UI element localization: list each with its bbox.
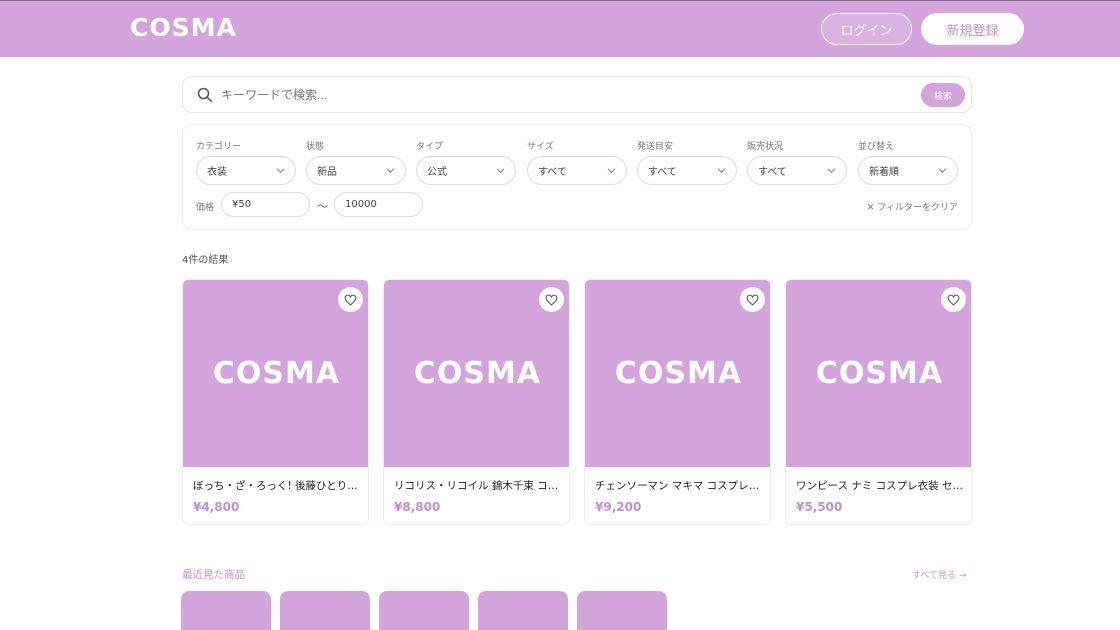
favorite-button[interactable] xyxy=(338,287,363,312)
product-title: チェンソーマン マキマ コスプレ衣装 xyxy=(595,480,763,492)
clear-filters-button[interactable]: ✕ フィルターをクリア xyxy=(867,200,958,213)
size-select[interactable]: すべて xyxy=(527,156,627,185)
filter-shipping-label: 発送目安 xyxy=(637,142,674,152)
heart-icon xyxy=(344,294,357,306)
product-card[interactable]: COSMA ぼっち・ざ・ろっく! 後藤ひとり コスプレ衣装 ¥4,800 xyxy=(182,279,369,525)
product-image: COSMA xyxy=(384,280,569,467)
product-image-logo: COSMA xyxy=(413,356,542,391)
product-image-logo: COSMA xyxy=(212,356,341,391)
login-button[interactable]: ログイン xyxy=(821,13,912,45)
heart-icon xyxy=(947,294,960,306)
product-price: ¥8,800 xyxy=(394,500,441,514)
product-image: COSMA xyxy=(183,280,368,467)
chevron-down-icon xyxy=(607,168,616,174)
search-bar: 検索 xyxy=(182,76,972,113)
chevron-down-icon xyxy=(827,168,836,174)
result-count: 4件の結果 xyxy=(182,255,229,266)
price-min-input[interactable]: ¥50 xyxy=(221,192,310,217)
filter-sort: 並び替え 新着順 xyxy=(858,139,958,185)
sort-select[interactable]: 新着順 xyxy=(858,156,958,185)
type-select-value: 公式 xyxy=(427,167,447,178)
filter-type: タイプ 公式 xyxy=(416,139,516,185)
filter-type-label: タイプ xyxy=(416,142,444,152)
filter-sale-status-label: 販売状況 xyxy=(747,142,784,152)
filter-size-label: サイズ xyxy=(527,142,554,152)
product-image-logo: COSMA xyxy=(815,356,944,391)
search-input[interactable] xyxy=(221,85,901,105)
filter-condition-label: 状態 xyxy=(306,142,325,152)
product-image: COSMA xyxy=(786,280,971,467)
type-select[interactable]: 公式 xyxy=(416,156,516,185)
top-navbar: COSMA ログイン 新規登録 xyxy=(0,0,1120,57)
search-icon xyxy=(197,87,213,103)
recent-item-thumbnail[interactable] xyxy=(379,591,469,630)
product-price: ¥4,800 xyxy=(193,500,240,514)
sale-status-select-value: すべて xyxy=(758,167,787,178)
category-select-value: 衣装 xyxy=(207,167,227,178)
filter-sale-status: 販売状況 すべて xyxy=(747,139,847,185)
condition-select[interactable]: 新品 xyxy=(306,156,406,185)
product-title: ぼっち・ざ・ろっく! 後藤ひとり コスプレ衣装 xyxy=(193,480,361,492)
filter-sort-label: 並び替え xyxy=(858,142,895,152)
recent-item-thumbnail[interactable] xyxy=(280,591,370,630)
recent-item-thumbnail[interactable] xyxy=(577,591,667,630)
recent-item-thumbnail[interactable] xyxy=(181,591,271,630)
filter-panel: カテゴリー 衣装 状態 新品 タイプ 公式 サイズ すべて 発送目安 すべて 販… xyxy=(182,124,972,230)
sort-select-value: 新着順 xyxy=(869,167,899,178)
product-card[interactable]: COSMA チェンソーマン マキマ コスプレ衣装 ¥9,200 xyxy=(584,279,771,525)
heart-icon xyxy=(746,294,759,306)
price-range-separator: 〜 xyxy=(317,200,328,213)
product-card[interactable]: COSMA リコリス・リコイル 錦木千束 コスプレ衣装 ¥8,800 xyxy=(383,279,570,525)
size-select-value: すべて xyxy=(538,167,567,178)
product-image: COSMA xyxy=(585,280,770,467)
price-label: 価格 xyxy=(196,203,215,213)
product-image-logo: COSMA xyxy=(614,356,743,391)
chevron-down-icon xyxy=(717,168,726,174)
see-all-link[interactable]: すべて見る → xyxy=(912,568,966,581)
filter-shipping: 発送目安 すべて xyxy=(637,139,737,185)
recently-viewed-title: 最近見た商品 xyxy=(182,569,245,581)
product-card[interactable]: COSMA ワンピース ナミ コスプレ衣装 セット ¥5,500 xyxy=(785,279,972,525)
shipping-select[interactable]: すべて xyxy=(637,156,737,185)
chevron-down-icon xyxy=(276,168,285,174)
product-title: ワンピース ナミ コスプレ衣装 セット xyxy=(796,480,964,492)
product-title: リコリス・リコイル 錦木千束 コスプレ衣装 xyxy=(394,480,562,492)
favorite-button[interactable] xyxy=(539,287,564,312)
condition-select-value: 新品 xyxy=(317,167,337,178)
register-button[interactable]: 新規登録 xyxy=(921,13,1024,45)
chevron-down-icon xyxy=(496,168,505,174)
chevron-down-icon xyxy=(938,168,947,174)
product-price: ¥5,500 xyxy=(796,500,843,514)
filter-size: サイズ すべて xyxy=(527,139,627,185)
search-button[interactable]: 検索 xyxy=(921,83,965,107)
sale-status-select[interactable]: すべて xyxy=(747,156,847,185)
chevron-down-icon xyxy=(386,168,395,174)
filter-condition: 状態 新品 xyxy=(306,139,406,185)
recent-item-thumbnail[interactable] xyxy=(478,591,568,630)
filter-category-label: カテゴリー xyxy=(196,142,242,152)
cosma-logo[interactable]: COSMA xyxy=(130,13,237,42)
product-price: ¥9,200 xyxy=(595,500,642,514)
favorite-button[interactable] xyxy=(740,287,765,312)
price-max-input[interactable]: 10000 xyxy=(334,192,423,217)
shipping-select-value: すべて xyxy=(648,167,677,178)
heart-icon xyxy=(545,294,558,306)
favorite-button[interactable] xyxy=(941,287,966,312)
category-select[interactable]: 衣装 xyxy=(196,156,296,185)
filter-category: カテゴリー 衣装 xyxy=(196,139,296,185)
